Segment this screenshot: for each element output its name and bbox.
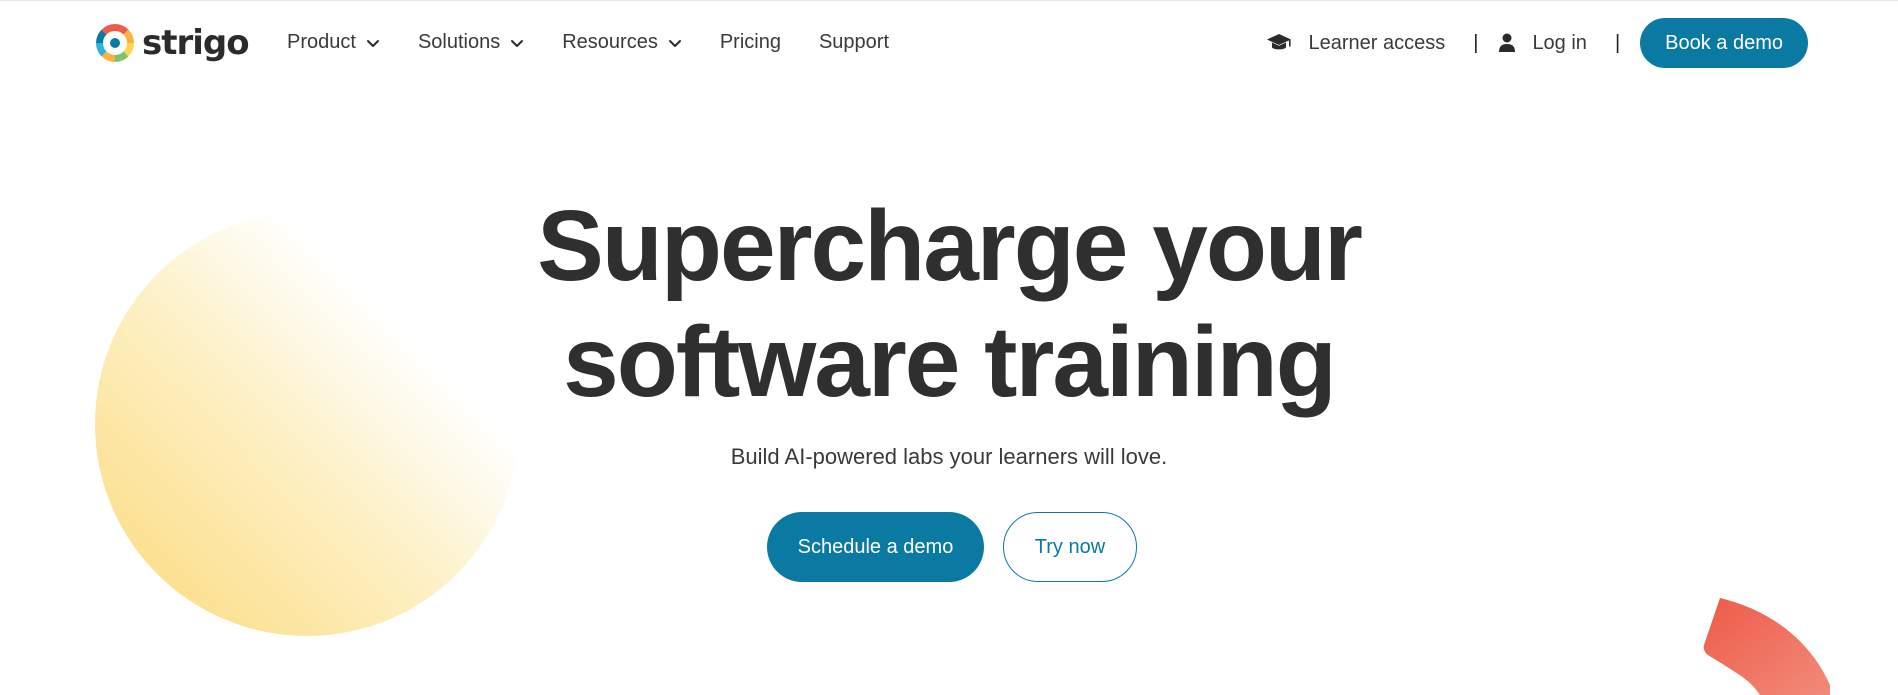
graduation-cap-icon: [1267, 34, 1292, 50]
chevron-down-icon: [511, 40, 524, 47]
decorative-red-arc: [1703, 598, 1830, 695]
book-demo-button[interactable]: Book a demo: [1640, 18, 1808, 68]
nav-item-label: Resources: [562, 31, 658, 53]
nav-item-support[interactable]: Support: [819, 28, 889, 56]
nav-item-solutions[interactable]: Solutions: [418, 28, 524, 56]
hero-title-line-1: Supercharge your: [537, 190, 1363, 302]
site-header: strigo Product Solutions Resources Prici…: [0, 0, 1898, 86]
brand-name: strigo: [142, 23, 250, 63]
nav-item-label: Support: [818, 31, 890, 53]
nav-item-pricing[interactable]: Pricing: [720, 28, 781, 56]
schedule-demo-button[interactable]: Schedule a demo: [767, 512, 984, 582]
try-now-button[interactable]: Try now: [1003, 512, 1137, 582]
login-label: Log in: [1532, 31, 1587, 54]
learner-access-label: Learner access: [1308, 31, 1446, 54]
nav-item-label: Product: [287, 31, 356, 53]
chevron-down-icon: [366, 40, 379, 47]
nav-item-product[interactable]: Product: [287, 28, 380, 56]
separator: |: [1614, 31, 1621, 54]
nav-item-label: Solutions: [417, 31, 501, 53]
hero-cta-group: Schedule a demo Try now: [767, 512, 1137, 582]
chevron-down-icon: [668, 40, 681, 47]
hero-title-line-2: software training: [563, 306, 1337, 418]
strigo-logo[interactable]: strigo: [94, 22, 250, 64]
nav-item-label: Pricing: [719, 31, 781, 53]
separator: |: [1473, 31, 1479, 54]
main-nav: Product Solutions Resources Pricing Supp…: [287, 28, 927, 56]
learner-access-link[interactable]: Learner access: [1266, 32, 1445, 55]
user-icon: [1499, 33, 1516, 52]
strigo-logo-icon: [96, 24, 134, 62]
header-actions: Learner access | Log in | Book a demo: [1266, 18, 1808, 68]
hero-title: Supercharge your software training: [0, 188, 1898, 420]
hero-subtitle: Build AI-powered labs your learners will…: [730, 444, 1168, 469]
nav-item-resources[interactable]: Resources: [562, 28, 682, 56]
login-link[interactable]: Log in: [1498, 32, 1587, 55]
